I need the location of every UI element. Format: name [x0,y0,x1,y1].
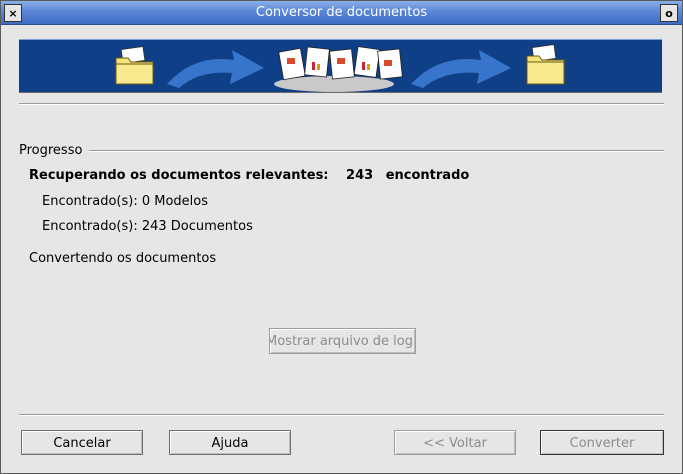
converting-status: Convertendo os documentos [29,251,217,266]
retrieving-status: Recuperando os documentos relevantes: 24… [29,168,469,183]
banner-divider [19,103,664,105]
arrow-right-icon [411,50,511,88]
arrow-right-icon [167,50,264,88]
progress-section-label: Progresso [19,143,83,158]
progress-section-line [89,150,664,152]
show-log-button[interactable]: Mostrar arquivo de log [269,328,416,354]
found-documents-text: Encontrado(s): 243 Documentos [42,219,253,234]
found-templates-text: Encontrado(s): 0 Modelos [42,194,208,209]
found-word: encontrado [385,168,470,183]
title-bar: × Conversor de documentos o [1,1,682,25]
documents-stack-icon [274,46,403,92]
wizard-banner [19,39,662,93]
source-folder-icon [115,46,154,85]
target-folder-icon [526,44,565,85]
retrieving-label: Recuperando os documentos relevantes: [29,168,329,183]
help-button[interactable]: Ajuda [169,430,291,455]
buttons-divider [19,414,664,416]
back-button[interactable]: << Voltar [394,430,516,455]
cancel-button[interactable]: Cancelar [21,430,143,455]
maximize-icon[interactable]: o [660,4,678,22]
banner-graphic [115,44,565,92]
window-title: Conversor de documentos [255,5,428,20]
convert-button[interactable]: Converter [540,430,664,455]
found-count: 243 [346,168,374,183]
dialog-window: × Conversor de documentos o Progresso Re… [0,0,683,474]
